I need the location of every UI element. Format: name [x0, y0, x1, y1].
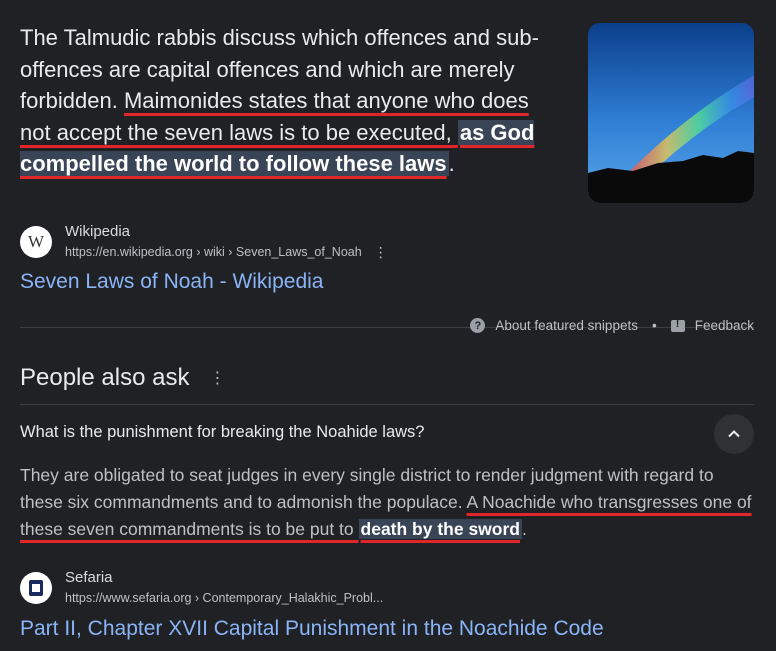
- featured-snippet-footer: ? About featured snippets • Feedback: [470, 318, 754, 333]
- help-icon: ?: [470, 318, 486, 333]
- featured-snippet-text: The Talmudic rabbis discuss which offenc…: [20, 22, 565, 180]
- divider: [20, 404, 754, 405]
- about-featured-snippets-link[interactable]: About featured snippets: [495, 318, 638, 333]
- collapse-chevron-up-icon[interactable]: [714, 414, 754, 454]
- feedback-link[interactable]: Feedback: [695, 318, 754, 333]
- wikipedia-favicon-icon: W: [20, 226, 52, 258]
- people-also-ask-header: People also ask ⋮: [20, 364, 225, 392]
- paa-question[interactable]: What is the punishment for breaking the …: [20, 423, 424, 442]
- more-options-icon[interactable]: ⋮: [374, 242, 388, 262]
- source-url: https://www.sefaria.org › Contemporary_H…: [65, 591, 384, 605]
- result-title-link[interactable]: Seven Laws of Noah - Wikipedia: [20, 270, 324, 294]
- feedback-icon: [670, 318, 685, 332]
- answer-highlighted-phrase: death by the sword: [358, 519, 522, 539]
- more-options-icon[interactable]: ⋮: [209, 368, 225, 388]
- snippet-end: .: [448, 151, 455, 176]
- paa-answer-text: They are obligated to seat judges in eve…: [20, 462, 755, 543]
- answer-end: .: [521, 519, 527, 539]
- source-name: Wikipedia: [65, 223, 131, 240]
- rainbow-thumbnail-image[interactable]: [588, 23, 754, 203]
- source-name: Sefaria: [65, 569, 113, 586]
- separator: •: [651, 318, 657, 333]
- people-also-ask-title: People also ask: [20, 364, 190, 391]
- result-title-link[interactable]: Part II, Chapter XVII Capital Punishment…: [20, 617, 604, 641]
- source-url: https://en.wikipedia.org › wiki › Seven_…: [65, 245, 362, 259]
- source-sefaria[interactable]: Sefaria https://www.sefaria.org › Contem…: [20, 568, 383, 608]
- sefaria-favicon-icon: [20, 572, 52, 604]
- source-wikipedia[interactable]: W Wikipedia https://en.wikipedia.org › w…: [20, 222, 388, 262]
